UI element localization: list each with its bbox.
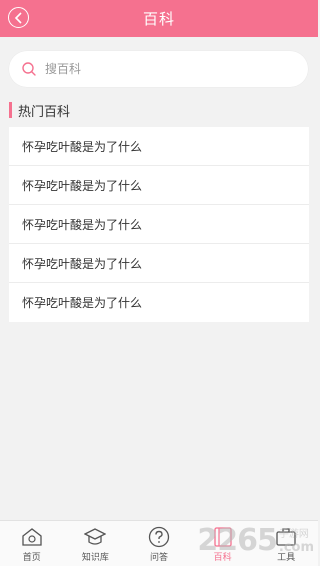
section-accent-bar xyxy=(9,102,12,118)
section-header: 热门百科 xyxy=(9,101,71,120)
tab-qa[interactable]: 问答 xyxy=(127,521,191,566)
watermark-suffix: .com xyxy=(278,540,314,555)
page-title: 百科 xyxy=(142,10,175,28)
tab-label: 知识库 xyxy=(81,553,109,563)
watermark-side: 手游网 .com xyxy=(279,525,314,555)
chevron-left-icon xyxy=(14,11,22,24)
list-item[interactable]: 怀孕吃叶酸是为了什么 xyxy=(9,166,309,205)
tab-label: 首页 xyxy=(22,553,41,563)
watermark-logo: 2265 手游网 .com xyxy=(197,520,314,560)
search-bar[interactable] xyxy=(9,51,308,87)
list-item[interactable]: 怀孕吃叶酸是为了什么 xyxy=(9,205,309,244)
graduation-cap-icon xyxy=(83,526,107,548)
watermark-number: 2265 xyxy=(197,522,277,558)
tab-label: 问答 xyxy=(149,553,168,563)
tab-home[interactable]: 首页 xyxy=(0,521,64,566)
list-item[interactable]: 怀孕吃叶酸是为了什么 xyxy=(9,127,309,166)
home-icon xyxy=(20,526,44,548)
list-item[interactable]: 怀孕吃叶酸是为了什么 xyxy=(9,244,309,283)
back-button[interactable] xyxy=(8,7,29,28)
search-input[interactable] xyxy=(45,62,275,76)
watermark-cn: 手游网 xyxy=(278,529,309,540)
question-icon xyxy=(147,526,171,548)
list-item[interactable]: 怀孕吃叶酸是为了什么 xyxy=(9,283,309,322)
tab-knowledge[interactable]: 知识库 xyxy=(64,521,128,566)
search-icon xyxy=(21,61,37,77)
app-header: 百科 xyxy=(0,0,318,37)
section-title: 热门百科 xyxy=(18,104,71,120)
encyclopedia-list: 怀孕吃叶酸是为了什么 怀孕吃叶酸是为了什么 怀孕吃叶酸是为了什么 怀孕吃叶酸是为… xyxy=(9,127,309,322)
